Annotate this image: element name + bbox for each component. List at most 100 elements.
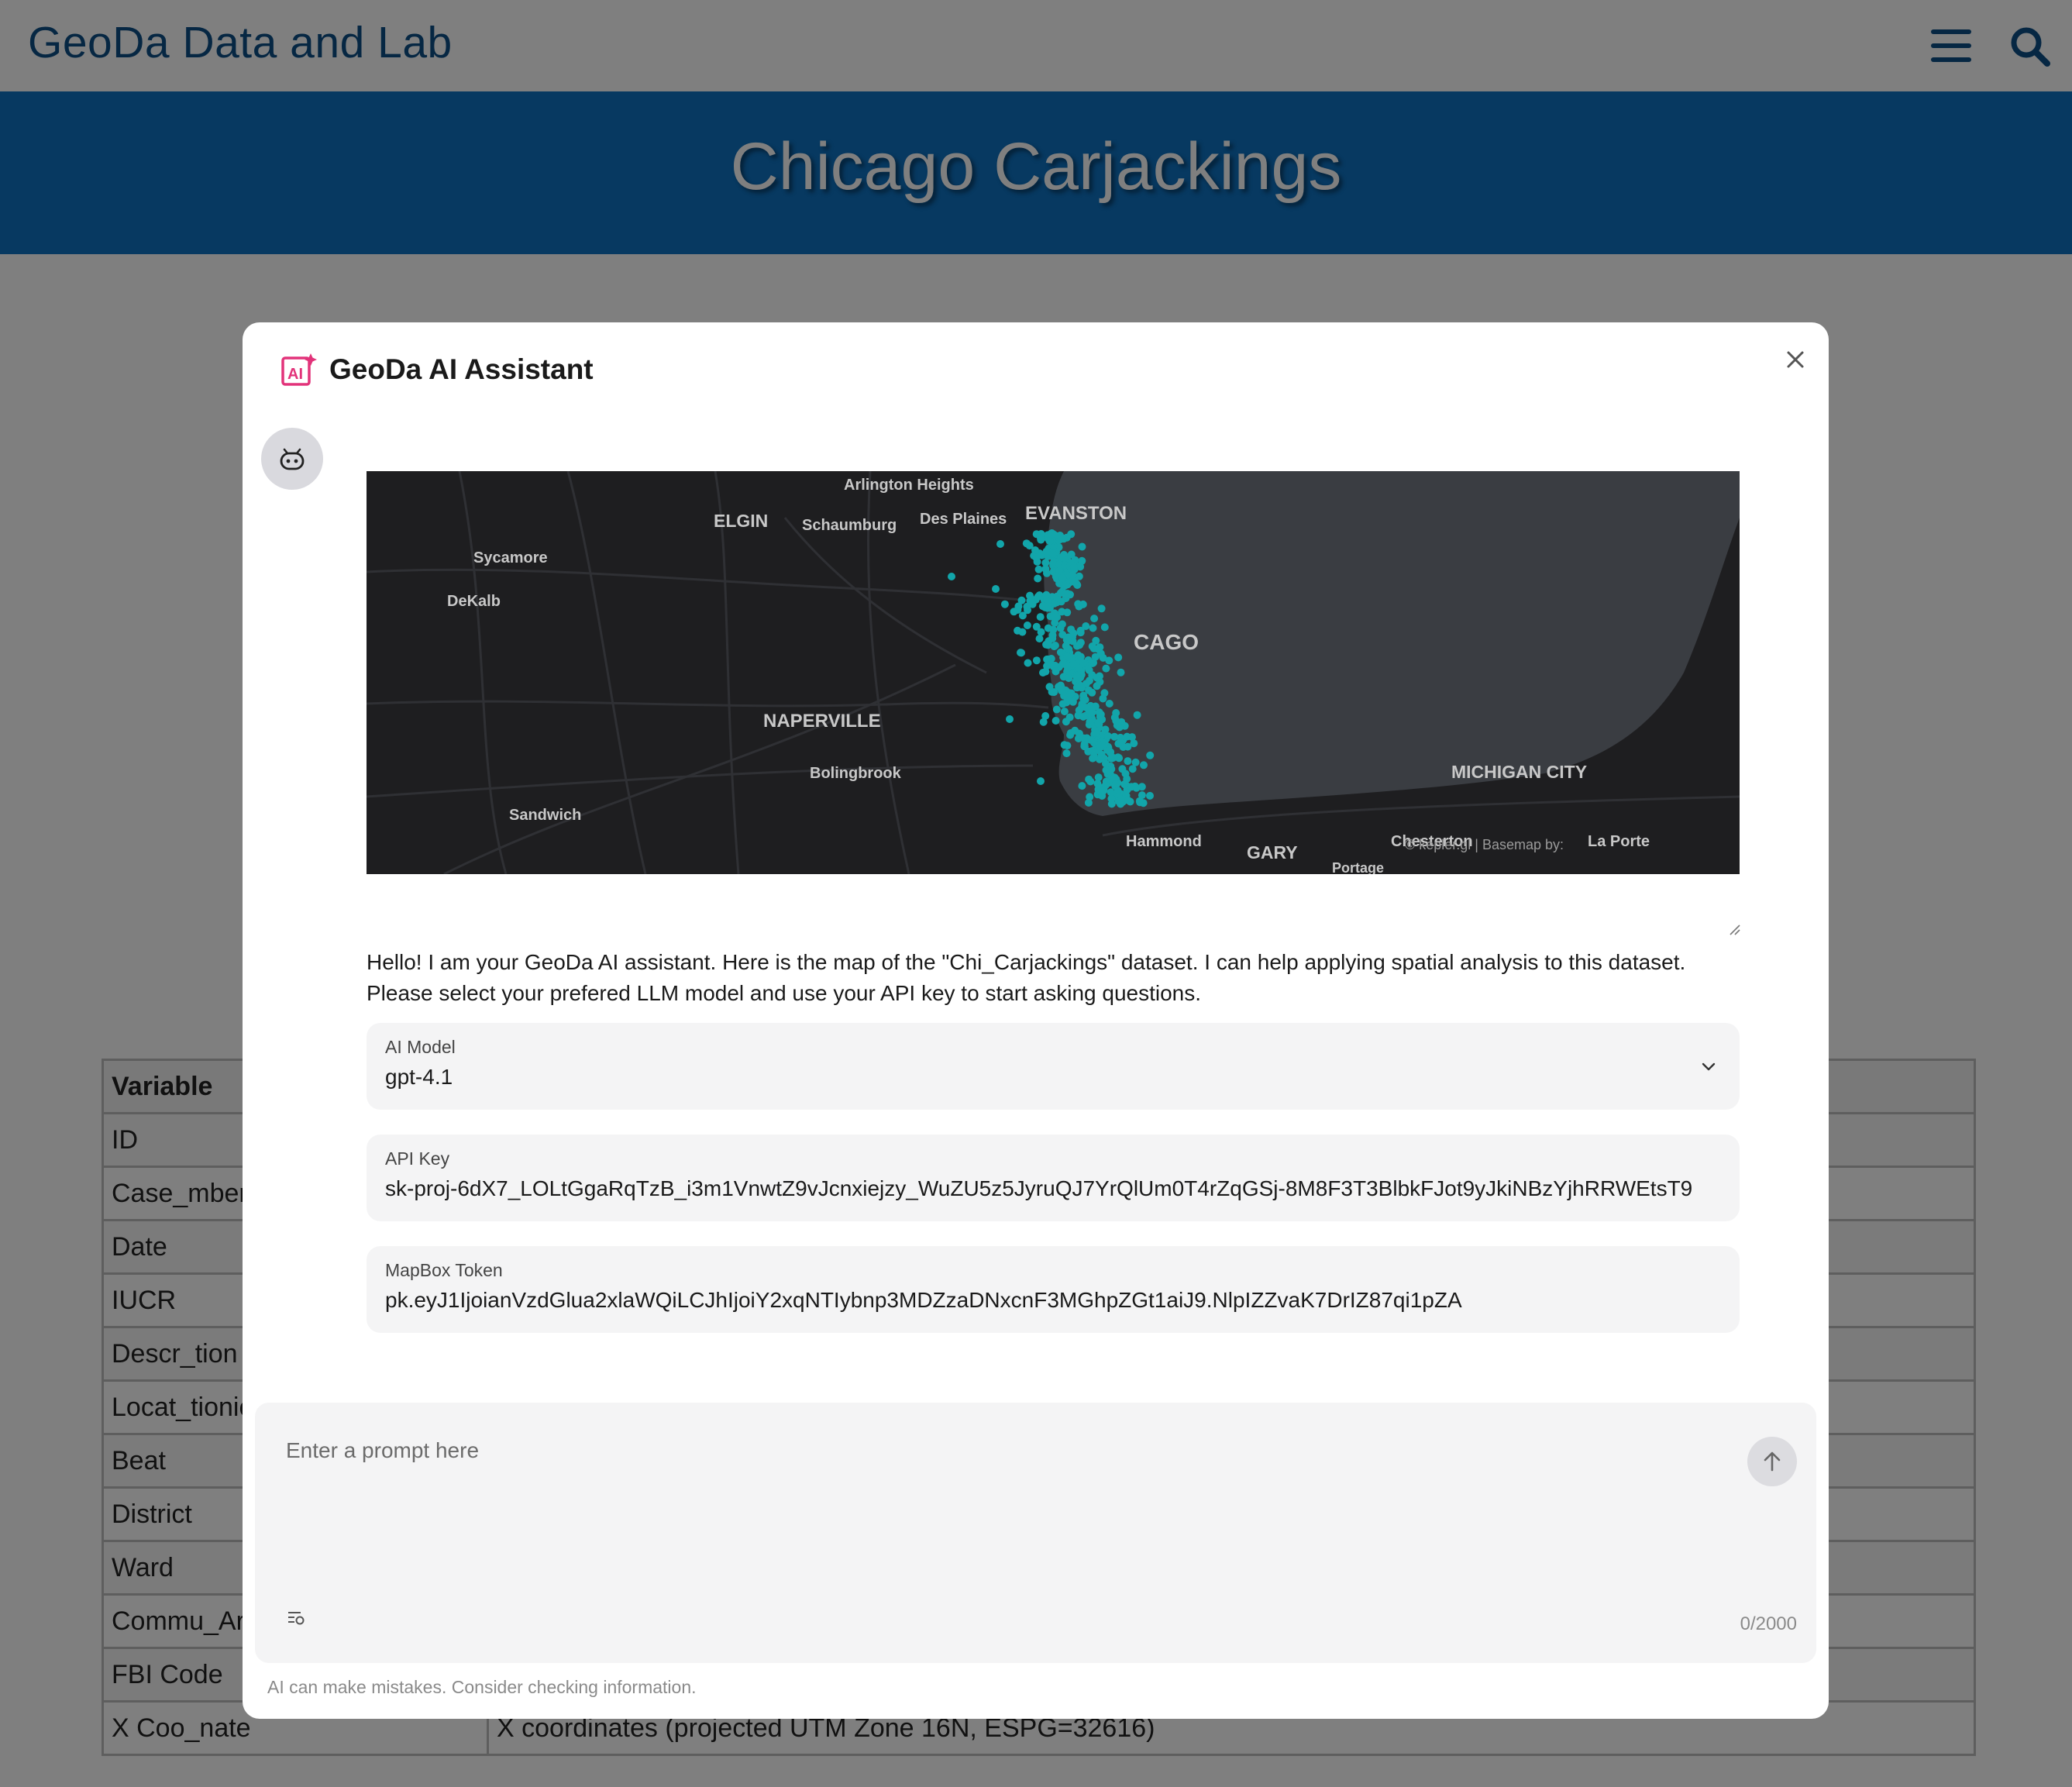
map-point xyxy=(1050,642,1058,651)
map-point xyxy=(1089,624,1097,632)
map-point xyxy=(1096,672,1103,680)
api-key-label: API Key xyxy=(385,1148,450,1169)
ai-disclaimer: AI can make mistakes. Consider checking … xyxy=(267,1677,697,1697)
map-point xyxy=(1076,652,1085,661)
resize-handle[interactable] xyxy=(1726,921,1741,936)
api-key-field[interactable]: API Key sk-proj-6dX7_LOLtGgaRqTzB_i3m1Vn… xyxy=(367,1135,1740,1221)
map-point xyxy=(1056,624,1065,632)
assistant-greeting: Hello! I am your GeoDa AI assistant. Her… xyxy=(367,950,1686,1005)
map-point xyxy=(1132,783,1141,792)
map-point xyxy=(1117,796,1125,804)
map-point xyxy=(1100,623,1109,632)
map-point xyxy=(1032,656,1041,665)
dataset-map[interactable]: Arlington Heights ELGIN Schaumburg Des Plai… xyxy=(367,471,1740,874)
map-point xyxy=(1078,782,1086,790)
map-point xyxy=(1042,547,1051,556)
map-label-portage: Portage xyxy=(1332,860,1384,874)
chevron-down-icon[interactable] xyxy=(1699,1057,1718,1076)
map-point xyxy=(1006,715,1014,723)
map-point xyxy=(1088,688,1096,697)
map-point xyxy=(1117,668,1125,677)
close-icon[interactable] xyxy=(1781,346,1809,374)
mapbox-token-label: MapBox Token xyxy=(385,1260,503,1280)
map-point xyxy=(1010,608,1018,616)
map-point xyxy=(1069,563,1078,571)
map-point xyxy=(1066,690,1075,698)
map-point xyxy=(1058,608,1066,616)
map-point xyxy=(1039,669,1047,677)
map-point xyxy=(1115,723,1124,732)
map-point xyxy=(1034,574,1042,583)
map-point xyxy=(1037,777,1045,785)
map-point xyxy=(1100,786,1108,794)
map-label-sandwich: Sandwich xyxy=(509,807,581,824)
ai-model-label: AI Model xyxy=(385,1037,456,1057)
map-point xyxy=(1039,718,1048,726)
assistant-avatar xyxy=(261,428,323,490)
map-point xyxy=(1079,600,1087,608)
map-point xyxy=(1037,628,1045,636)
map-point xyxy=(1051,667,1060,676)
mapbox-token-input[interactable]: pk.eyJ1IjoianVzdGlua2xlaWQiLCJhIjoiY2xqN… xyxy=(385,1288,1718,1313)
map-point xyxy=(1124,757,1132,766)
history-list-icon[interactable] xyxy=(286,1607,306,1627)
map-point xyxy=(1062,718,1070,726)
map-point xyxy=(1065,674,1073,683)
map-point xyxy=(1114,739,1123,748)
arrow-up-icon[interactable] xyxy=(1760,1449,1785,1474)
map-point xyxy=(1062,590,1070,598)
ai-model-value[interactable]: gpt-4.1 xyxy=(385,1065,1718,1090)
map-label-hammond: Hammond xyxy=(1126,833,1202,850)
map-label-chicago: CAGO xyxy=(1134,630,1199,654)
map-point xyxy=(992,585,1000,593)
map-point xyxy=(1090,615,1099,623)
map-point xyxy=(1092,728,1100,737)
map-point xyxy=(1096,755,1103,763)
map-point xyxy=(1055,683,1063,691)
map-point xyxy=(948,573,955,580)
mapbox-token-field[interactable]: MapBox Token pk.eyJ1IjoianVzdGlua2xlaWQi… xyxy=(367,1246,1740,1333)
map-point xyxy=(1065,645,1073,653)
map-point xyxy=(1059,535,1068,543)
map-point xyxy=(1087,736,1095,744)
map-label-schaumburg: Schaumburg xyxy=(802,517,897,534)
map-point xyxy=(1051,613,1059,621)
map-point xyxy=(1017,649,1024,657)
map-point xyxy=(1097,604,1106,613)
prompt-input[interactable] xyxy=(286,1438,1727,1463)
map-attribution: © kepler.gl | Basemap by: xyxy=(1405,837,1564,852)
map-point xyxy=(1043,569,1051,577)
map-point xyxy=(1099,653,1107,662)
map-label-des-plaines: Des Plaines xyxy=(920,511,1007,528)
close-button[interactable] xyxy=(1781,346,1809,374)
map-point xyxy=(1060,691,1069,700)
map-point xyxy=(1107,800,1116,808)
map-point xyxy=(1049,549,1057,558)
map-point xyxy=(1052,705,1061,714)
map-point xyxy=(1043,662,1051,670)
api-key-input[interactable]: sk-proj-6dX7_LOLtGgaRqTzB_i3m1VnwtZ9vJcn… xyxy=(385,1176,1718,1201)
map-point xyxy=(1074,711,1082,720)
map-point xyxy=(1063,652,1072,661)
map-label-elgin: ELGIN xyxy=(714,511,768,531)
map-point xyxy=(1112,709,1120,717)
map-point xyxy=(1103,732,1112,740)
map-point xyxy=(1084,798,1093,807)
map-point xyxy=(1018,628,1027,636)
map-point xyxy=(1107,765,1116,773)
map-point xyxy=(1048,631,1057,639)
character-counter: 0/2000 xyxy=(1740,1613,1797,1634)
map-point xyxy=(1113,753,1122,762)
map-point xyxy=(1146,751,1155,759)
map-point xyxy=(1133,711,1141,719)
map-point xyxy=(1066,731,1075,739)
send-button[interactable] xyxy=(1747,1437,1797,1486)
map-label-gary: GARY xyxy=(1247,842,1298,863)
map-point xyxy=(1099,694,1107,703)
map-point xyxy=(1060,708,1069,716)
ai-model-select[interactable]: AI Model gpt-4.1 xyxy=(367,1023,1740,1110)
map-label-sycamore: Sycamore xyxy=(473,549,548,566)
ai-sparkle-icon: AI xyxy=(281,352,317,387)
map-point xyxy=(1072,683,1081,692)
map-point xyxy=(1069,577,1077,585)
